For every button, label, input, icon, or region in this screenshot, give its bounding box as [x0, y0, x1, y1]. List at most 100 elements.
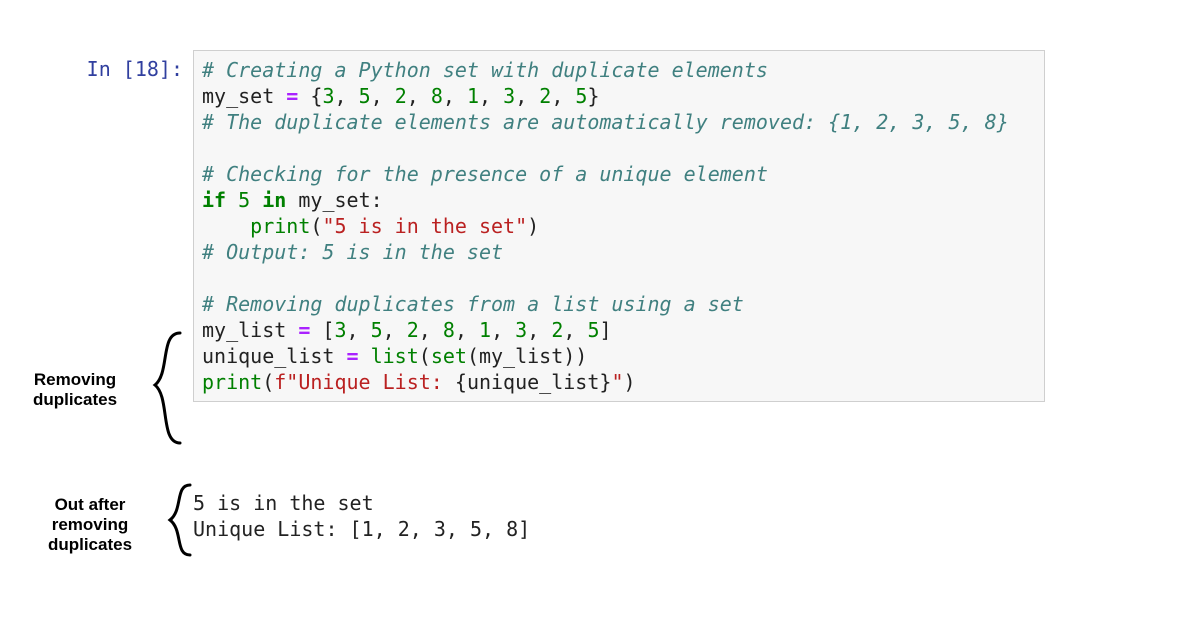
- annotation-removing-duplicates: Removingduplicates: [20, 370, 130, 410]
- code-token: 2: [551, 318, 563, 342]
- code-token: 1: [467, 84, 479, 108]
- code-line: # The duplicate elements are automatical…: [202, 109, 1032, 135]
- code-token: (my_list)): [467, 344, 587, 368]
- code-token: =: [286, 84, 298, 108]
- code-token: [202, 266, 214, 290]
- code-token: 8: [431, 84, 443, 108]
- code-line: [202, 265, 1032, 291]
- code-token: my_set:: [286, 188, 382, 212]
- code-token: [202, 214, 250, 238]
- code-token: 3: [334, 318, 346, 342]
- annotation-line: duplicates: [35, 535, 145, 555]
- code-token: 3: [515, 318, 527, 342]
- code-token: [226, 188, 238, 212]
- code-token: ,: [455, 318, 479, 342]
- code-token: 2: [407, 318, 419, 342]
- code-token: list: [371, 344, 419, 368]
- code-token: ,: [443, 84, 467, 108]
- code-token: ]: [600, 318, 612, 342]
- code-line: print(f"Unique List: {unique_list}"): [202, 369, 1032, 395]
- code-token: [: [310, 318, 334, 342]
- code-token: ": [611, 370, 623, 394]
- code-token: {: [310, 84, 322, 108]
- code-token: 3: [503, 84, 515, 108]
- code-token: in: [262, 188, 286, 212]
- code-token: # Output: 5 is in the set: [202, 240, 503, 264]
- code-token: 5: [575, 84, 587, 108]
- code-line: unique_list = list(set(my_list)): [202, 343, 1032, 369]
- code-line: # Checking for the presence of a unique …: [202, 161, 1032, 187]
- code-token: ,: [527, 318, 551, 342]
- code-token: =: [347, 344, 359, 368]
- annotation-line: removing: [35, 515, 145, 535]
- code-token: ,: [419, 318, 443, 342]
- prompt-label: In [18]:: [87, 57, 183, 81]
- code-token: 1: [479, 318, 491, 342]
- annotation-out-after-removing: Out afterremovingduplicates: [35, 495, 145, 555]
- annotation-line: Removing: [20, 370, 130, 390]
- code-token: unique_list: [467, 370, 599, 394]
- code-token: 5: [238, 188, 250, 212]
- code-token: (: [310, 214, 322, 238]
- code-token: }: [599, 370, 611, 394]
- code-token: if: [202, 188, 226, 212]
- code-token: {: [455, 370, 467, 394]
- code-token: print: [202, 370, 262, 394]
- code-token: f"Unique List:: [274, 370, 455, 394]
- code-token: ,: [334, 84, 358, 108]
- code-token: my_list: [202, 318, 298, 342]
- code-token: 3: [322, 84, 334, 108]
- code-token: ,: [491, 318, 515, 342]
- code-token: [202, 136, 214, 160]
- code-token: ,: [551, 84, 575, 108]
- code-token: # Removing duplicates from a list using …: [202, 292, 744, 316]
- code-token: unique_list: [202, 344, 347, 368]
- code-token: [250, 188, 262, 212]
- code-token: ): [623, 370, 635, 394]
- code-token: set: [431, 344, 467, 368]
- code-token: 5: [587, 318, 599, 342]
- code-line: # Creating a Python set with duplicate e…: [202, 57, 1032, 83]
- code-token: 5: [359, 84, 371, 108]
- code-token: # The duplicate elements are automatical…: [202, 110, 1009, 134]
- code-line: if 5 in my_set:: [202, 187, 1032, 213]
- code-line: my_set = {3, 5, 2, 8, 1, 3, 2, 5}: [202, 83, 1032, 109]
- code-token: ,: [479, 84, 503, 108]
- code-token: ,: [407, 84, 431, 108]
- code-token: (: [419, 344, 431, 368]
- brace-icon-1: [130, 328, 190, 448]
- code-token: "5 is in the set": [322, 214, 527, 238]
- code-token: 8: [443, 318, 455, 342]
- code-token: ): [527, 214, 539, 238]
- code-token: ,: [347, 318, 371, 342]
- code-token: ,: [563, 318, 587, 342]
- annotation-line: duplicates: [20, 390, 130, 410]
- code-token: print: [250, 214, 310, 238]
- code-token: 2: [539, 84, 551, 108]
- code-token: }: [587, 84, 599, 108]
- code-token: my_set: [202, 84, 286, 108]
- code-line: my_list = [3, 5, 2, 8, 1, 3, 2, 5]: [202, 317, 1032, 343]
- code-token: 2: [395, 84, 407, 108]
- code-token: ,: [371, 84, 395, 108]
- code-token: =: [298, 318, 310, 342]
- code-cell: In [18]: # Creating a Python set with du…: [55, 50, 1045, 402]
- code-token: 5: [371, 318, 383, 342]
- code-line: # Removing duplicates from a list using …: [202, 291, 1032, 317]
- code-input-area[interactable]: # Creating a Python set with duplicate e…: [193, 50, 1045, 402]
- output-line: 5 is in the set: [193, 490, 530, 516]
- code-line: # Output: 5 is in the set: [202, 239, 1032, 265]
- code-line: [202, 135, 1032, 161]
- cell-output-area: 5 is in the setUnique List: [1, 2, 3, 5,…: [193, 490, 530, 542]
- output-line: Unique List: [1, 2, 3, 5, 8]: [193, 516, 530, 542]
- brace-icon-2: [150, 480, 200, 560]
- code-line: print("5 is in the set"): [202, 213, 1032, 239]
- code-token: [359, 344, 371, 368]
- annotation-line: Out after: [35, 495, 145, 515]
- code-token: # Creating a Python set with duplicate e…: [202, 58, 768, 82]
- code-token: [298, 84, 310, 108]
- code-token: # Checking for the presence of a unique …: [202, 162, 768, 186]
- code-token: (: [262, 370, 274, 394]
- code-token: ,: [383, 318, 407, 342]
- code-token: ,: [515, 84, 539, 108]
